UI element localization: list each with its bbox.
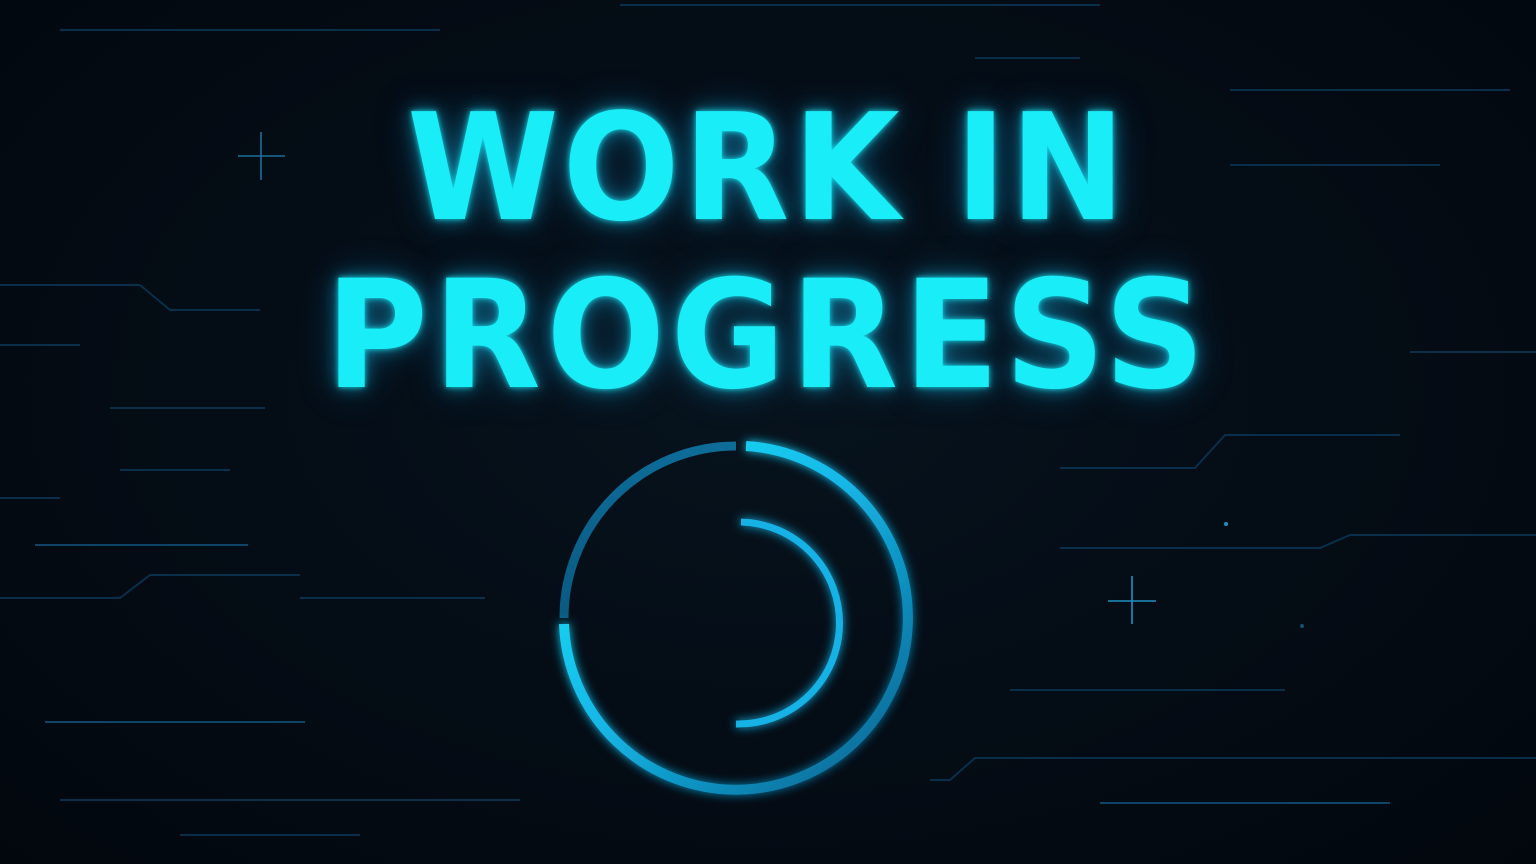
circuit-line	[0, 574, 300, 599]
circuit-line	[1060, 534, 1536, 549]
spinner-inner-arc	[735, 518, 843, 728]
star-dot	[1300, 624, 1304, 628]
circuit-line	[930, 757, 1536, 781]
loading-spinner-icon	[559, 441, 913, 795]
star-dot	[1224, 522, 1228, 526]
work-in-progress-screen: WORK IN PROGRESS	[0, 0, 1536, 864]
headline-line-1: WORK IN	[407, 82, 1129, 254]
circuit-line	[1060, 434, 1400, 469]
spinner-outer-track	[559, 441, 737, 619]
headline-line-2: PROGRESS	[325, 249, 1211, 423]
plus-sparkle-icon	[1108, 576, 1156, 624]
